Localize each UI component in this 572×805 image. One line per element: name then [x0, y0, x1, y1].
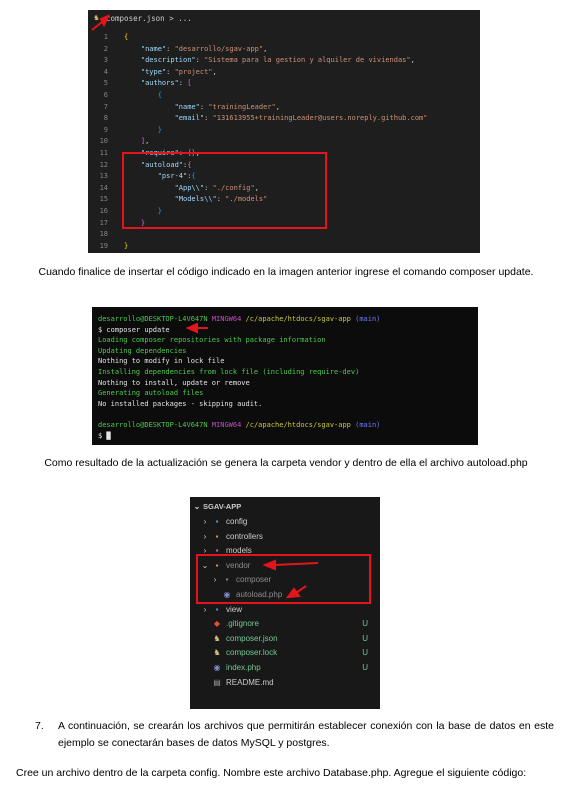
- terminal-line: Generating autoload files: [98, 389, 204, 398]
- chevron-right-icon[interactable]: ›: [201, 529, 209, 544]
- line-number: 7: [103, 102, 108, 111]
- terminal-line: No installed packages - skipping audit.: [98, 399, 263, 408]
- line-number: 5: [103, 79, 108, 88]
- explorer-item-label: .gitignore: [226, 619, 259, 629]
- line-number: 3: [103, 56, 108, 65]
- autoload-highlight-box: [122, 152, 327, 229]
- git-status-badge: U: [362, 633, 368, 643]
- code-line: 8 "email": "131613955+trainingLeader@use…: [88, 113, 480, 125]
- terminal-line: $ █: [98, 431, 111, 440]
- explorer-root: ⌄ SGAV-APP: [190, 499, 380, 514]
- code-line: 2 "name": "desarrollo/sgav-app",: [88, 44, 480, 56]
- terminal-screenshot: desarrollo@DESKTOP-L4V647N MINGW64 /c/ap…: [92, 307, 478, 445]
- code-text: "authors": [: [140, 79, 192, 88]
- instruction-composer-update: Cuando finalice de insertar el código in…: [38, 266, 534, 278]
- line-number: 10: [99, 137, 108, 146]
- editor-tab-title: composer.json > ...: [106, 14, 192, 23]
- composer-file-icon: ♞: [94, 13, 99, 22]
- terminal-line: Updating dependencies: [98, 346, 187, 355]
- line-number: 12: [99, 160, 108, 169]
- git-file-icon: ◆: [213, 619, 221, 629]
- code-text: "type": "project",: [140, 67, 217, 76]
- line-number: 17: [99, 218, 108, 227]
- markdown-file-icon: ▤: [213, 677, 221, 687]
- code-line: 6 {: [88, 90, 480, 102]
- line-number: 18: [99, 230, 108, 239]
- explorer-root-label: SGAV-APP: [203, 502, 242, 511]
- code-text: "name": "trainingLeader",: [174, 102, 280, 111]
- explorer-item-label: config: [226, 517, 248, 526]
- explorer-item-label: index.php: [226, 663, 261, 672]
- chevron-right-icon[interactable]: ›: [201, 514, 209, 529]
- line-number: 4: [103, 67, 108, 76]
- step-number: 7.: [35, 720, 44, 732]
- code-line: 18: [88, 229, 480, 241]
- composer-file-icon: ♞: [213, 633, 221, 643]
- line-number: 13: [99, 172, 108, 181]
- line-number: 2: [103, 44, 108, 53]
- explorer-item-label: README.md: [226, 677, 274, 687]
- git-status-badge: U: [362, 648, 368, 658]
- line-number: 9: [103, 125, 108, 134]
- explorer-item-composer-lock[interactable]: ♞ composer.lock U: [190, 645, 380, 660]
- terminal-line: Nothing to modify in lock file: [98, 357, 225, 366]
- code-line: 10 ],: [88, 136, 480, 148]
- explorer-item-label: composer.json: [226, 633, 278, 643]
- code-text: {: [124, 33, 129, 41]
- explorer-item--gitignore[interactable]: ◆ .gitignore U: [190, 616, 380, 631]
- instruction-create-database-file: Cree un archivo dentro de la carpeta con…: [16, 767, 527, 779]
- terminal-line: desarrollo@DESKTOP-L4V647N MINGW64 /c/ap…: [98, 315, 381, 323]
- explorer-item-controllers[interactable]: › ▪ controllers: [190, 529, 380, 544]
- explorer-item-config[interactable]: › ▪ config: [190, 514, 380, 529]
- code-line: 3 "description": "Sistema para la gestio…: [88, 55, 480, 67]
- line-number: 1: [103, 33, 108, 41]
- vendor-highlight-box: [196, 554, 371, 604]
- code-text: "email": "131613955+trainingLeader@users…: [174, 114, 428, 123]
- explorer-item-index-php[interactable]: ◉ index.php U: [190, 660, 380, 675]
- code-text: }: [124, 241, 129, 250]
- instruction-vendor-result: Como resultado de la actualización se ge…: [44, 457, 528, 469]
- git-status-badge: U: [362, 663, 368, 672]
- code-line: 9 }: [88, 125, 480, 137]
- folder-controllers-icon: ▪: [215, 531, 219, 541]
- code-line: 19}: [88, 241, 480, 253]
- explorer-item-readme-md[interactable]: ▤ README.md: [190, 675, 380, 690]
- line-number: 19: [99, 241, 108, 250]
- composer-file-icon: ♞: [213, 648, 221, 658]
- line-number: 15: [99, 195, 108, 204]
- line-number: 16: [99, 207, 108, 215]
- explorer-item-label: composer.lock: [226, 648, 278, 658]
- code-text: {: [157, 91, 162, 99]
- explorer-item-composer-json[interactable]: ♞ composer.json U: [190, 631, 380, 646]
- terminal-line: Nothing to install, update or remove: [98, 378, 250, 387]
- terminal-line: desarrollo@DESKTOP-L4V647N MINGW64 /c/ap…: [98, 421, 381, 429]
- code-text: }: [157, 125, 162, 134]
- chevron-down-icon: ⌄: [193, 502, 201, 511]
- line-number: 14: [99, 183, 108, 192]
- folder-config-icon: ▪: [215, 517, 219, 526]
- code-line: 5 "authors": [: [88, 78, 480, 90]
- code-line: 4 "type": "project",: [88, 67, 480, 79]
- terminal-line: Installing dependencies from lock file (…: [98, 368, 360, 376]
- code-line: 1{: [88, 32, 480, 44]
- code-text: "description": "Sistema para la gestion …: [140, 56, 415, 65]
- php-file-icon: ◉: [213, 663, 221, 672]
- code-text: ],: [140, 137, 150, 146]
- line-number: 8: [103, 114, 108, 123]
- explorer-item-label: controllers: [226, 531, 263, 541]
- terminal-line: Loading composer repositories with packa…: [98, 336, 326, 345]
- code-line: 7 "name": "trainingLeader",: [88, 102, 480, 114]
- editor-tab: ♞ composer.json > ...: [88, 10, 480, 26]
- step-7-text: A continuación, se crearán los archivos …: [58, 720, 554, 749]
- git-status-badge: U: [362, 619, 368, 629]
- terminal-line: $ composer update: [98, 325, 170, 334]
- line-number: 11: [99, 149, 108, 157]
- line-number: 6: [103, 91, 108, 99]
- code-text: "name": "desarrollo/sgav-app",: [140, 44, 268, 53]
